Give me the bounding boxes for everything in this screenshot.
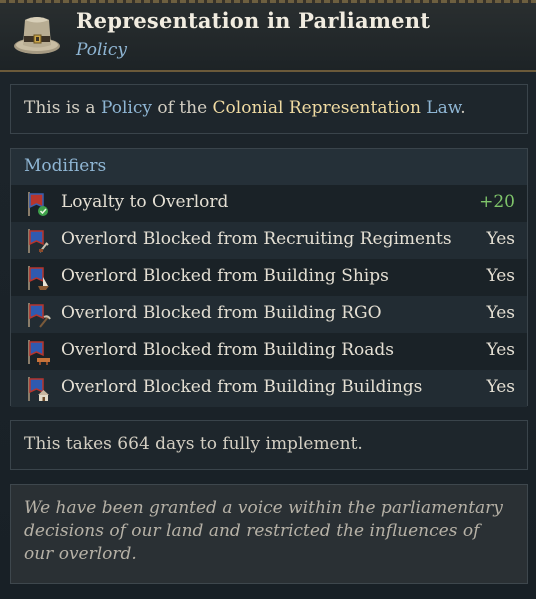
building-banner-icon xyxy=(28,377,49,401)
description-box: This is a Policy of the Colonial Represe… xyxy=(10,84,528,134)
modifier-value: Yes xyxy=(486,266,515,286)
flavor-text: We have been granted a voice within the … xyxy=(24,498,503,564)
modifier-row: Overlord Blocked from Building RGO Yes xyxy=(11,296,527,333)
law-link[interactable]: Law xyxy=(421,98,460,118)
header-border xyxy=(0,0,536,3)
rgo-banner-icon xyxy=(28,303,51,328)
desc-middle: of the xyxy=(151,98,213,118)
flavor-box: We have been granted a voice within the … xyxy=(10,484,528,584)
implementation-box: This takes 664 days to fully implement. xyxy=(10,420,528,470)
modifier-row: Overlord Blocked from Recruiting Regimen… xyxy=(11,222,527,259)
law-name-link[interactable]: Colonial Representation xyxy=(213,98,421,118)
desc-suffix: . xyxy=(460,98,466,118)
modifier-value: Yes xyxy=(486,377,515,397)
modifiers-header: Modifiers xyxy=(11,149,527,185)
modifier-row: Loyalty to Overlord +20 xyxy=(11,185,527,222)
modifier-label: Overlord Blocked from Building Ships xyxy=(61,266,389,286)
modifier-value: +20 xyxy=(479,192,515,212)
modifier-value: Yes xyxy=(486,303,515,323)
description-text: This is a Policy of the Colonial Represe… xyxy=(24,98,466,118)
policy-type-label: Policy xyxy=(76,40,127,60)
modifier-label: Loyalty to Overlord xyxy=(61,192,229,212)
policy-link[interactable]: Policy xyxy=(101,98,152,118)
modifier-label: Overlord Blocked from Recruiting Regimen… xyxy=(61,229,452,249)
regiment-banner-icon xyxy=(28,229,49,253)
modifier-row: Overlord Blocked from Building Ships Yes xyxy=(11,259,527,296)
modifier-value: Yes xyxy=(486,340,515,360)
modifiers-heading: Modifiers xyxy=(24,156,107,176)
policy-tooltip: Representation in Parliament Policy This… xyxy=(0,0,536,599)
tooltip-header: Representation in Parliament Policy xyxy=(0,0,536,72)
modifier-row: Overlord Blocked from Building Buildings… xyxy=(11,370,527,407)
modifier-value: Yes xyxy=(486,229,515,249)
road-banner-icon xyxy=(28,340,50,365)
implementation-text: This takes 664 days to fully implement. xyxy=(24,434,363,454)
ship-banner-icon xyxy=(28,266,49,290)
modifier-label: Overlord Blocked from Building RGO xyxy=(61,303,382,323)
modifier-label: Overlord Blocked from Building Roads xyxy=(61,340,394,360)
modifiers-box: Modifiers Loyalty to Overlord +20 Overlo… xyxy=(10,148,528,407)
desc-prefix: This is a xyxy=(24,98,101,118)
policy-title: Representation in Parliament xyxy=(76,8,431,33)
modifier-label: Overlord Blocked from Building Buildings xyxy=(61,377,423,397)
pilgrim-hat-icon xyxy=(14,17,60,54)
loyalty-banner-icon xyxy=(28,192,48,216)
modifier-row: Overlord Blocked from Building Roads Yes xyxy=(11,333,527,370)
